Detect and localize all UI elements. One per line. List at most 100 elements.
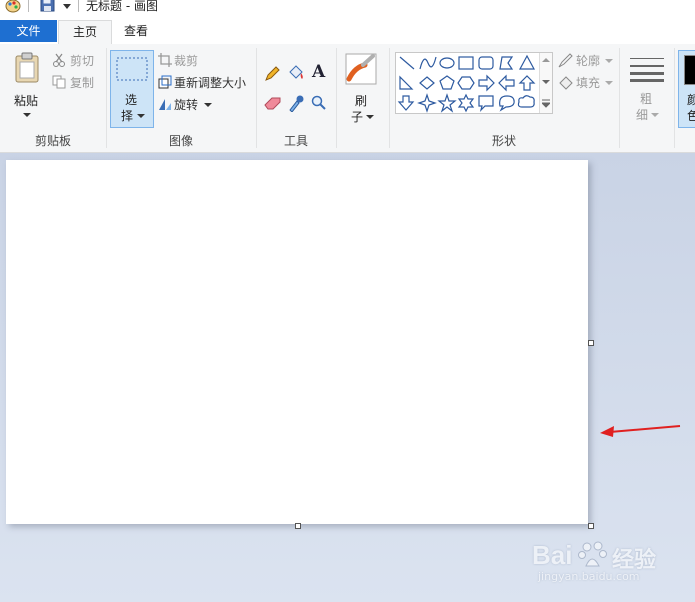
outline-brush-icon [558, 53, 573, 68]
outline-label: 轮廓 [576, 54, 601, 68]
color-1-button[interactable]: 颜 色 [678, 50, 695, 128]
paste-label: 粘贴 [14, 94, 39, 108]
group-separator-5 [619, 48, 620, 148]
shape-left-arrow-icon[interactable] [498, 74, 515, 92]
shapes-group-label: 形状 [491, 134, 516, 148]
tab-view[interactable]: 查看 [112, 20, 160, 42]
eraser-icon[interactable] [264, 96, 282, 110]
watermark-url: jingyan.baidu.com [538, 570, 640, 583]
tools-group-label: 工具 [283, 134, 308, 148]
canvas-resize-handle-corner[interactable] [588, 523, 594, 529]
shape-hexagon-icon[interactable] [457, 76, 475, 90]
drawing-canvas[interactable] [6, 160, 588, 524]
fill-bucket-icon[interactable] [287, 64, 305, 82]
resize-icon [158, 75, 172, 89]
color-picker-icon[interactable] [288, 94, 304, 112]
pencil-icon[interactable] [264, 66, 280, 82]
shape-curve-icon[interactable] [419, 56, 437, 70]
shape-rectangle-icon[interactable] [458, 56, 474, 70]
shape-polygon-icon[interactable] [499, 56, 514, 70]
shapes-gallery-scroll[interactable] [539, 53, 552, 113]
shape-oval-callout-icon[interactable] [499, 95, 515, 112]
outline-button[interactable]: 轮廓 [557, 52, 617, 70]
rotate-icon [159, 99, 171, 110]
crop-button[interactable]: 裁剪 [158, 52, 238, 70]
shape-triangle-icon[interactable] [518, 54, 536, 70]
shape-five-point-star-icon[interactable] [437, 93, 457, 113]
quick-access-dropdown-icon[interactable] [62, 2, 72, 10]
title-divider [28, 0, 29, 12]
shape-right-arrow-icon[interactable] [478, 74, 495, 92]
scissors-icon [53, 53, 65, 67]
color-label-2: 色 [687, 107, 695, 124]
group-separator-6 [674, 48, 675, 148]
select-dropdown-icon [137, 114, 145, 118]
copy-icon [52, 75, 66, 89]
select-button[interactable]: 选 择 [110, 50, 154, 128]
clipboard-icon [15, 52, 39, 83]
shape-right-triangle-icon[interactable] [399, 75, 414, 90]
shapes-expand-icon[interactable] [542, 99, 550, 109]
shapes-grid [397, 54, 536, 113]
color-1-swatch [684, 55, 695, 85]
title-bar: 无标题 - 画图 [0, 0, 695, 18]
size-button[interactable]: 粗 细 [624, 50, 670, 126]
text-tool-icon[interactable]: A [312, 62, 325, 82]
crop-label: 裁剪 [174, 54, 199, 68]
brushes-label-2: 子 [351, 110, 364, 124]
cut-button[interactable]: 剪切 [52, 52, 102, 70]
color-label-1: 颜 [687, 91, 695, 108]
paint-app-icon[interactable] [4, 0, 22, 14]
shapes-scroll-up-icon[interactable] [542, 57, 550, 63]
size-label-1: 粗 [640, 92, 653, 106]
shape-four-point-star-icon[interactable] [417, 93, 437, 113]
shapes-scroll-down-icon[interactable] [542, 79, 550, 85]
shape-diamond-icon[interactable] [419, 76, 435, 90]
fill-icon [559, 76, 573, 90]
red-arrow-annotation [600, 425, 681, 437]
crop-icon [158, 53, 172, 67]
brushes-button[interactable]: 刷 子 [340, 50, 384, 126]
rotate-button[interactable]: 旋转 [158, 96, 218, 114]
select-label-1: 选 [125, 93, 138, 107]
shape-line-icon[interactable] [399, 56, 415, 70]
image-group-label: 图像 [168, 134, 193, 148]
cut-label: 剪切 [70, 54, 95, 68]
ribbon-tab-bar: 文件 主页 查看 [0, 18, 695, 45]
shape-oval-icon[interactable] [439, 57, 455, 69]
watermark-logo-prefix: Bai [532, 540, 573, 570]
group-separator-3 [336, 48, 337, 148]
shape-cloud-callout-icon[interactable] [517, 95, 535, 108]
ribbon-home: 粘贴 剪切 复制 剪贴板 选 择 裁剪 重新调整大小 旋转 图像 A 工具 刷 … [0, 44, 695, 153]
clipboard-group-label: 剪贴板 [34, 134, 71, 148]
line-width-icon [630, 58, 664, 82]
copy-button[interactable]: 复制 [52, 74, 102, 92]
window-title: 无标题 - 画图 [86, 0, 158, 13]
paste-button[interactable]: 粘贴 [6, 48, 46, 122]
brushes-dropdown-icon [366, 115, 374, 119]
magnifier-icon[interactable] [311, 95, 327, 111]
brushes-label-1: 刷 [355, 94, 368, 108]
rotate-dropdown-icon [204, 103, 212, 107]
shape-six-point-star-icon[interactable] [457, 93, 475, 113]
brush-icon [345, 53, 377, 85]
canvas-resize-handle-right[interactable] [588, 340, 594, 346]
paste-dropdown-icon [23, 113, 31, 117]
tab-file[interactable]: 文件 [0, 20, 57, 42]
shape-rect-callout-icon[interactable] [478, 95, 494, 112]
canvas-resize-handle-bottom[interactable] [295, 523, 301, 529]
shape-down-arrow-icon[interactable] [397, 95, 415, 111]
shape-pentagon-icon[interactable] [439, 75, 455, 90]
tab-home[interactable]: 主页 [58, 20, 112, 45]
shape-up-arrow-icon[interactable] [518, 75, 536, 91]
save-icon[interactable] [40, 0, 56, 12]
selection-rectangle-icon [116, 57, 148, 81]
resize-button[interactable]: 重新调整大小 [158, 74, 254, 92]
shapes-gallery [395, 52, 553, 114]
rotate-label: 旋转 [174, 98, 199, 112]
fill-dropdown-icon [605, 81, 613, 85]
shape-rounded-rectangle-icon[interactable] [478, 56, 494, 70]
paw-icon [578, 541, 607, 567]
size-label-2: 细 [636, 108, 649, 122]
fill-button[interactable]: 填充 [557, 74, 617, 92]
